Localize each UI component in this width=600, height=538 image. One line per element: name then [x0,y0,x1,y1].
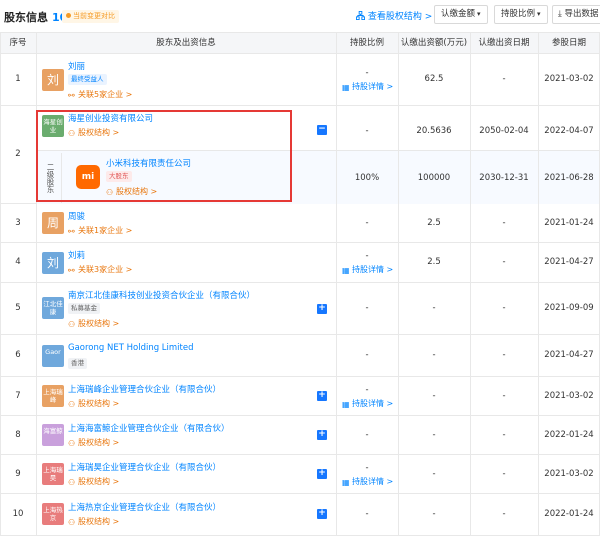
caret-down-icon: ▾ [537,10,541,18]
avatar: Gaor [42,345,64,367]
column-divider [336,32,337,536]
avatar: 上海热京 [42,503,64,525]
share-ratio-dropdown[interactable]: 持股比例 ▾ [494,5,548,24]
equity-structure-link[interactable]: ⚇ 股权结构 > [68,127,119,138]
col-ratio: 持股比例 [349,38,384,48]
shareholder-name-link[interactable]: 刘莉 [68,249,85,261]
column-divider [0,32,1,536]
level-label: 二级股东 [40,153,62,203]
avatar: 上海瑞昊 [42,463,64,485]
related-companies-link[interactable]: ⚯ 关联1家企业 > [68,225,132,236]
avatar: 上海瑞峰 [42,385,64,407]
relation-icon: ⚯ [68,266,75,275]
table-row: 1 刘 刘丽 最终受益人 ⚯ 关联5家企业 > - ▦ 持股详情 > 62.5 - … [0,54,600,106]
avatar: 刘 [42,252,64,274]
table-row: 5 江北佳康 南京江北佳康科技创业投资合伙企业（有限合伙） 私募基金 ⚇ 股权结构… [0,283,600,335]
structure-icon: ⚇ [68,518,76,527]
sub-shareholder-row: 二级股东 mi 小米科技有限责任公司 大股东 ⚇ 股权结构 > 100% 1000… [36,150,600,204]
column-divider [398,32,399,536]
equity-structure-link[interactable]: ⚇ 股权结构 > [68,398,119,409]
shareholder-name-link[interactable]: 海星创业投资有限公司 [68,112,153,124]
table-row: 6 Gaor Gaorong NET Holding Limited 香港 - … [0,335,600,377]
xiaomi-logo: mi [76,165,100,189]
table-row: 9 上海瑞昊 上海瑞昊企业管理合伙企业（有限合伙） ⚇ 股权结构 > + - ▦ 持… [0,455,600,494]
collapse-toggle[interactable]: − [317,125,327,135]
equity-structure-link[interactable]: ⚇ 股权结构 > [106,186,157,197]
structure-icon: ⚇ [68,400,76,409]
structure-icon: ⚇ [68,439,76,448]
chart-icon: ▦ [342,400,350,409]
table-header: 序号 股东及出资信息 持股比例 认缴出资额(万元) 认缴出资日期 参股日期 [0,32,600,54]
shareholder-name-link[interactable]: 刘丽 [68,60,85,72]
equity-structure-link[interactable]: ⚇ 股权结构 > [68,516,119,527]
table-row: 2 海星创业 海星创业投资有限公司 ⚇ 股权结构 > − - 20.5636 20… [0,106,600,204]
expand-toggle[interactable]: + [317,391,327,401]
shareholder-name-link[interactable]: 上海海富鲸企业管理合伙企业（有限合伙） [68,422,230,434]
structure-icon: ⚇ [68,478,76,487]
avatar: 刘 [42,69,64,91]
structure-icon: ⚇ [106,188,114,197]
col-join-date: 参股日期 [551,38,586,48]
table-row: 8 海富鲸 上海海富鲸企业管理合伙企业（有限合伙） ⚇ 股权结构 > + - - … [0,416,600,455]
shareholder-name-link[interactable]: 上海热京企业管理合伙企业（有限合伙） [68,501,221,513]
region-tag: 香港 [68,358,87,369]
avatar: 江北佳康 [42,297,64,319]
fund-tag: 私募基金 [68,303,100,314]
related-companies-link[interactable]: ⚯ 关联3家企业 > [68,264,132,275]
chart-icon: ▦ [342,266,350,275]
shareholder-name-link[interactable]: Gaorong NET Holding Limited [68,343,194,353]
dot-icon [66,13,71,18]
expand-toggle[interactable]: + [317,469,327,479]
expand-toggle[interactable]: + [317,304,327,314]
subscribed-amount-dropdown[interactable]: 认缴金额 ▾ [434,5,488,24]
export-button[interactable]: ⤓ 导出数据 [552,5,600,24]
col-date: 认缴出资日期 [478,38,530,48]
relation-icon: ⚯ [68,91,75,100]
table-row: 10 上海热京 上海热京企业管理合伙企业（有限合伙） ⚇ 股权结构 > + - -… [0,494,600,536]
chart-icon: ▦ [342,478,350,487]
column-divider [36,32,37,536]
holding-detail-link[interactable]: ▦ 持股详情 > [342,398,393,409]
table-row: 7 上海瑞峰 上海瑞峰企业管理合伙企业（有限合伙） ⚇ 股权结构 > + - ▦ 持… [0,377,600,416]
avatar: 海星创业 [42,115,64,137]
shareholder-name-link[interactable]: 上海瑞峰企业管理合伙企业（有限合伙） [68,383,221,395]
col-shareholder: 股东及出资信息 [156,38,216,48]
table-row: 4 刘 刘莉 ⚯ 关联3家企业 > - ▦ 持股详情 > 2.5 - 2021-04… [0,243,600,283]
table-row: 3 周 周骏 ⚯ 关联1家企业 > - 2.5 - 2021-01-24 [0,204,600,243]
download-icon: ⤓ [558,9,562,19]
sub-shareholder-name-link[interactable]: 小米科技有限责任公司 [106,157,191,169]
shareholder-name-link[interactable]: 周骏 [68,210,85,222]
related-companies-link[interactable]: ⚯ 关联5家企业 > [68,89,132,100]
compare-badge[interactable]: 当前变更对比 [62,10,119,23]
column-divider [470,32,471,536]
equity-structure-link[interactable]: ⚇ 股权结构 > [68,318,119,329]
beneficiary-tag: 最终受益人 [68,74,107,85]
avatar: 周 [42,212,64,234]
chart-icon: ▦ [342,83,350,92]
structure-icon: ⚇ [68,129,76,138]
holding-detail-link[interactable]: ▦ 持股详情 > [342,81,393,92]
caret-down-icon: ▾ [477,10,481,18]
col-amount: 认缴出资额(万元) [400,38,468,48]
shareholder-name-link[interactable]: 上海瑞昊企业管理合伙企业（有限合伙） [68,461,221,473]
equity-structure-link[interactable]: ⚇ 股权结构 > [68,476,119,487]
expand-toggle[interactable]: + [317,509,327,519]
structure-icon [356,11,365,20]
col-index: 序号 [9,38,27,48]
column-divider [538,32,539,536]
relation-icon: ⚯ [68,227,75,236]
expand-toggle[interactable]: + [317,430,327,440]
holding-detail-link[interactable]: ▦ 持股详情 > [342,264,393,275]
view-equity-structure-link[interactable]: 查看股权结构 > [356,9,432,22]
section-header: 股东信息 10 当前变更对比 查看股权结构 > 认缴金额 ▾ 持股比例 ▾ ⤓ 导出数… [0,0,600,32]
holding-detail-link[interactable]: ▦ 持股详情 > [342,476,393,487]
avatar: 海富鲸 [42,424,64,446]
section-title: 股东信息 10 [4,11,68,24]
major-shareholder-tag: 大股东 [106,171,132,182]
shareholder-name-link[interactable]: 南京江北佳康科技创业投资合伙企业（有限合伙） [68,289,255,301]
structure-icon: ⚇ [68,320,76,329]
equity-structure-link[interactable]: ⚇ 股权结构 > [68,437,119,448]
